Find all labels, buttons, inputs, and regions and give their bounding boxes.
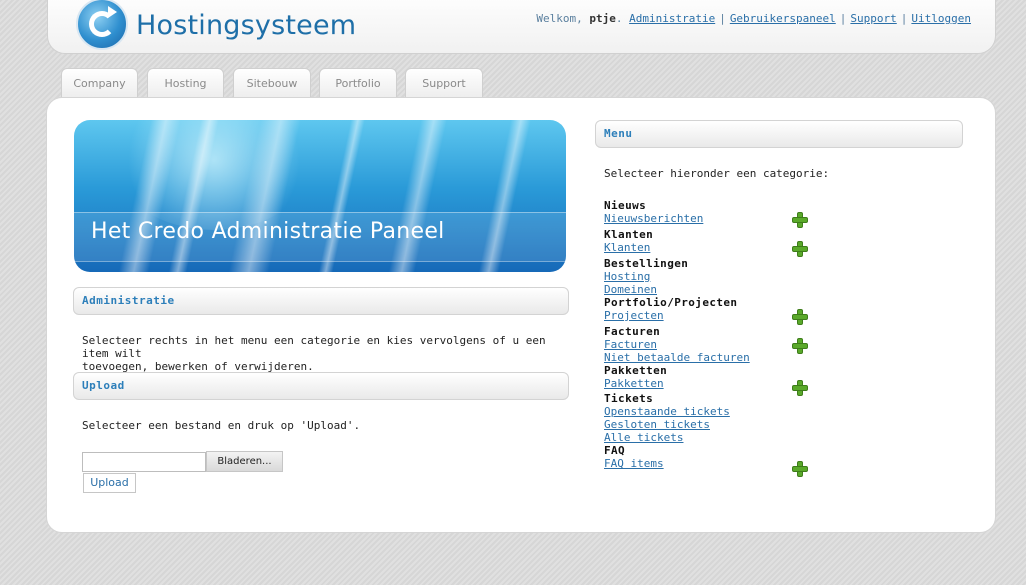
browse-button[interactable]: Bladeren... [206, 451, 283, 472]
header-bar: Hostingsysteem Welkom, ptje. Administrat… [47, 0, 996, 54]
add-facturen-icon[interactable] [792, 338, 808, 354]
username: ptje [589, 12, 616, 25]
category-bestellingen: Bestellingen [604, 257, 689, 270]
link-klanten[interactable]: Klanten [604, 241, 824, 254]
link-facturen[interactable]: Facturen [604, 338, 824, 351]
tab-portfolio[interactable]: Portfolio [319, 68, 397, 100]
link-nieuwsberichten[interactable]: Nieuwsberichten [604, 212, 824, 225]
link-support[interactable]: Support [850, 12, 896, 25]
menu-heading: Menu [595, 120, 963, 148]
main-panel: Het Credo Administratie Paneel Administr… [46, 97, 996, 533]
link-projecten[interactable]: Projecten [604, 309, 824, 322]
administratie-text-line1: Selecteer rechts in het menu een categor… [82, 334, 546, 360]
menu-intro: Selecteer hieronder een categorie: [604, 167, 830, 180]
category-klanten: Klanten [604, 228, 654, 241]
file-input[interactable] [82, 452, 206, 472]
add-nieuws-icon[interactable] [792, 212, 808, 228]
link-hosting[interactable]: Hosting [604, 270, 824, 283]
link-uitloggen[interactable]: Uitloggen [911, 12, 971, 25]
add-faq-icon[interactable] [792, 461, 808, 477]
add-klanten-icon[interactable] [792, 241, 808, 257]
category-nieuws: Nieuws [604, 199, 647, 212]
top-navigation: Welkom, ptje. Administratie | Gebruikerspa… [536, 12, 971, 25]
link-niet-betaalde-facturen[interactable]: Niet betaalde facturen [604, 351, 824, 364]
administratie-heading: Administratie [73, 287, 569, 315]
upload-button[interactable]: Upload [83, 473, 136, 493]
banner-title: Het Credo Administratie Paneel [91, 219, 445, 244]
category-portfolio-projecten: Portfolio/Projecten [604, 296, 738, 309]
link-gebruikerspaneel[interactable]: Gebruikerspaneel [730, 12, 836, 25]
welcome-label: Welkom, [536, 12, 583, 25]
banner: Het Credo Administratie Paneel [74, 120, 566, 272]
link-domeinen[interactable]: Domeinen [604, 283, 824, 296]
tab-support[interactable]: Support [405, 68, 483, 100]
logo-text: Hostingsysteem [136, 10, 357, 41]
category-facturen: Facturen [604, 325, 661, 338]
category-faq: FAQ [604, 444, 626, 457]
link-administratie[interactable]: Administratie [629, 12, 715, 25]
logo-refresh-icon [76, 0, 128, 50]
administratie-text: Selecteer rechts in het menu een categor… [82, 334, 562, 373]
upload-heading: Upload [73, 372, 569, 400]
add-projecten-icon[interactable] [792, 309, 808, 325]
category-tickets: Tickets [604, 392, 654, 405]
link-alle-tickets[interactable]: Alle tickets [604, 431, 824, 444]
category-pakketten: Pakketten [604, 364, 668, 377]
link-pakketten[interactable]: Pakketten [604, 377, 824, 390]
tab-sitebouw[interactable]: Sitebouw [233, 68, 311, 100]
tab-company[interactable]: Company [61, 68, 138, 100]
tab-hosting[interactable]: Hosting [147, 68, 224, 100]
upload-text: Selecteer een bestand en druk op 'Upload… [82, 419, 361, 432]
add-pakketten-icon[interactable] [792, 380, 808, 396]
link-openstaande-tickets[interactable]: Openstaande tickets [604, 405, 824, 418]
link-gesloten-tickets[interactable]: Gesloten tickets [604, 418, 824, 431]
menu-list: Nieuws Nieuwsberichten Klanten Klanten B… [604, 199, 824, 470]
link-faq-items[interactable]: FAQ items [604, 457, 824, 470]
